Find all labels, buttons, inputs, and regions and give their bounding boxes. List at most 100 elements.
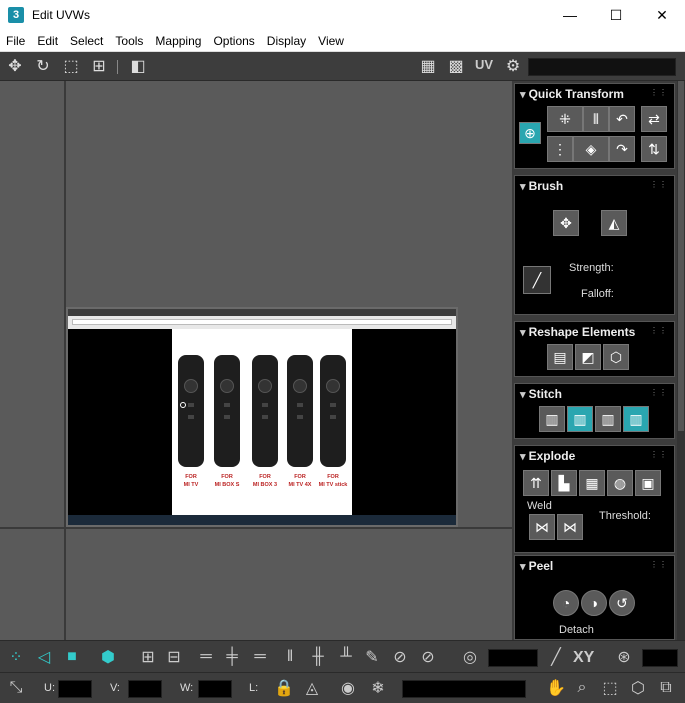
uv-settings-icon[interactable]: ⚙ [501,55,525,77]
eye-icon[interactable]: ◉ [336,676,360,700]
minimize-button[interactable]: — [547,0,593,30]
menu-display[interactable]: Display [261,34,312,48]
stitch-to-target-icon[interactable]: ▥ [567,406,593,432]
move-icon[interactable]: ✥ [3,55,27,77]
pan-icon[interactable]: ✋ [544,676,568,700]
zoom-icon[interactable]: ⌕ [570,676,594,700]
right-panel-scrollbar[interactable] [677,81,685,640]
weld-selected-icon[interactable]: ⋈ [529,514,555,540]
rotate-cw-icon[interactable]: ↷ [609,136,635,162]
menu-tools[interactable]: Tools [109,34,149,48]
align-center-icon[interactable]: ◈ [573,136,609,162]
align-vertical-icon[interactable]: ⦀ [583,106,609,132]
selection-set-field[interactable] [402,680,526,698]
mirror-icon[interactable]: ◧ [126,55,150,77]
snap-settings-icon[interactable]: ⊛ [612,645,636,669]
ring-grow-icon[interactable]: ╫ [306,645,330,669]
menu-mapping[interactable]: Mapping [149,34,207,48]
menu-select[interactable]: Select [64,34,109,48]
scale-icon[interactable]: ⬚ [59,55,83,77]
stitch-average-icon[interactable]: ▥ [595,406,621,432]
stitch-source-icon[interactable]: ▥ [623,406,649,432]
menu-file[interactable]: File [0,34,31,48]
peel-quick-icon[interactable]: ◔ [553,590,579,616]
w-coordinate-field[interactable] [198,680,232,698]
lock-icon[interactable]: 🔒 [272,676,296,700]
grip-icon[interactable]: ⋮⋮ [650,450,668,459]
stitch-title[interactable]: Stitch [520,387,562,401]
grip-icon[interactable]: ⋮⋮ [650,88,668,97]
explode-to-flatten-icon[interactable]: ▣ [635,470,661,496]
shrink-selection-icon[interactable]: ⊟ [162,645,186,669]
menu-view[interactable]: View [312,34,350,48]
relax-icon[interactable]: ◩ [575,344,601,370]
quick-transform-title[interactable]: Quick Transform [520,87,624,101]
straighten-icon[interactable]: ▤ [547,344,573,370]
grip-icon[interactable]: ⋮⋮ [650,560,668,569]
weld-target-icon[interactable]: ⋈ [557,514,583,540]
peel-reset-icon[interactable]: ◑ [581,590,607,616]
image-taskbar [68,515,456,525]
absolute-offset-icon[interactable]: ⤡ [4,676,28,700]
explode-by-material-icon[interactable]: ▦ [579,470,605,496]
loop-shrink-icon[interactable]: ═ [248,645,272,669]
peel-pin-icon[interactable]: ↺ [609,590,635,616]
zoom-region-icon[interactable]: ⬚ [598,676,622,700]
reshape-elements-title[interactable]: Reshape Elements [520,325,636,339]
grip-icon[interactable]: ⋮⋮ [650,326,668,335]
explode-by-polygon-icon[interactable]: ◍ [607,470,633,496]
explode-title[interactable]: Explode [520,449,576,463]
edge-select-icon[interactable]: ◁ [32,645,56,669]
hide-icon[interactable]: ◬ [300,676,324,700]
v-coordinate-field[interactable] [128,680,162,698]
vertex-select-icon[interactable]: ⁘ [4,645,28,669]
paint-shrink-icon[interactable]: ⊘ [416,645,440,669]
align-left-icon[interactable]: ⋮ [547,136,573,162]
menu-edit[interactable]: Edit [31,34,64,48]
align-horizontal-icon[interactable]: ⁜ [547,106,583,132]
relax-settings-icon[interactable]: ⬡ [603,344,629,370]
soft-selection-value[interactable] [488,649,538,667]
peel-title[interactable]: Peel [520,559,554,573]
maximize-button[interactable]: ☐ [593,0,639,30]
brush-title[interactable]: Brush [520,179,564,193]
falloff-line-icon[interactable]: ╱ [544,645,568,669]
zoom-selected-icon[interactable]: ⧉ [654,676,678,700]
paint-grow-icon[interactable]: ⊘ [388,645,412,669]
rotate-icon[interactable]: ↻ [31,55,55,77]
checker-texture-icon[interactable]: ▩ [444,55,468,77]
loop-select-icon[interactable]: ═ [194,645,218,669]
zoom-extents-icon[interactable]: ⬡ [626,676,650,700]
uv-label[interactable]: UV [475,57,493,72]
freeform-icon[interactable]: ⊞ [87,55,111,77]
explode-by-smoothing-icon[interactable]: ▙ [551,470,577,496]
grip-icon[interactable]: ⋮⋮ [650,180,668,189]
brush-falloff-icon[interactable]: ╱ [523,266,551,294]
snap-value-field[interactable] [642,649,678,667]
uv-viewport[interactable]: FOR MI TV FOR MI BOX S FOR MI BOX 3 FOR … [0,81,512,640]
soft-selection-icon[interactable]: ◎ [458,645,482,669]
stitch-custom-icon[interactable]: ▥ [539,406,565,432]
paint-move-icon[interactable]: ✥ [553,210,579,236]
u-coordinate-field[interactable] [58,680,92,698]
ring-select-icon[interactable]: ‖ [278,645,302,669]
space-horizontal-icon[interactable]: ⇄ [641,106,667,132]
rotate-ccw-icon[interactable]: ↶ [609,106,635,132]
menu-options[interactable]: Options [207,34,260,48]
freeze-icon[interactable]: ❄ [366,676,390,700]
checker-pattern-icon[interactable]: ▦ [416,55,440,77]
grow-selection-icon[interactable]: ⊞ [136,645,160,669]
relax-brush-icon[interactable]: ◭ [601,210,627,236]
close-button[interactable]: ✕ [639,0,685,30]
explode-break-icon[interactable]: ⇈ [523,470,549,496]
space-vertical-icon[interactable]: ⇅ [641,136,667,162]
grip-icon[interactable]: ⋮⋮ [650,388,668,397]
quick-transform-center-icon[interactable]: ⊕ [519,122,541,144]
face-select-icon[interactable]: ■ [60,645,84,669]
xy-axis-toggle[interactable]: XY [573,649,594,667]
element-select-icon[interactable]: ⬢ [96,645,120,669]
texture-dropdown[interactable] [528,58,676,76]
loop-grow-icon[interactable]: ╪ [220,645,244,669]
paint-select-icon[interactable]: ✎ [360,645,384,669]
ring-shrink-icon[interactable]: ╨ [334,645,358,669]
